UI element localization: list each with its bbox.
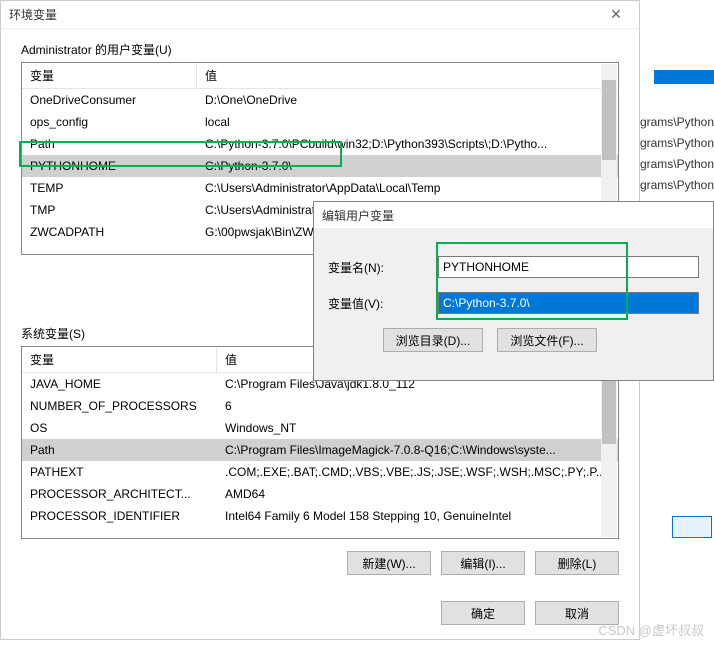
bg-partial-button[interactable]: [672, 516, 712, 538]
table-row[interactable]: TEMPC:\Users\Administrator\AppData\Local…: [22, 177, 618, 199]
edit-user-var-dialog: 编辑用户变量 变量名(N): 变量值(V): 浏览目录(D)... 浏览文件(F…: [313, 201, 714, 381]
table-row[interactable]: PathC:\Python-3.7.0\PCbuild\win32;D:\Pyt…: [22, 133, 618, 155]
new-button[interactable]: 新建(W)...: [347, 551, 431, 575]
close-icon[interactable]: ✕: [601, 6, 631, 23]
dialog-title: 环境变量: [9, 6, 601, 23]
header-variable[interactable]: 变量: [22, 63, 197, 88]
table-row[interactable]: PROCESSOR_ARCHITECT...AMD64: [22, 483, 618, 505]
table-row[interactable]: PROCESSOR_IDENTIFIERIntel64 Family 6 Mod…: [22, 505, 618, 527]
watermark: CSDN @虚坏叔叔: [598, 620, 704, 639]
scroll-thumb[interactable]: [602, 80, 616, 160]
header-value[interactable]: 值: [197, 63, 618, 88]
delete-button[interactable]: 删除(L): [535, 551, 619, 575]
var-name-label: 变量名(N):: [328, 259, 438, 276]
table-row-selected[interactable]: PYTHONHOMEC:\Python-3.7.0\: [22, 155, 618, 177]
var-value-label: 变量值(V):: [328, 295, 438, 312]
edit-button[interactable]: 编辑(I)...: [441, 551, 525, 575]
edit-dialog-title: 编辑用户变量: [322, 207, 705, 224]
var-value-input[interactable]: [438, 292, 699, 314]
browse-file-button[interactable]: 浏览文件(F)...: [497, 328, 597, 352]
table-row[interactable]: OSWindows_NT: [22, 417, 618, 439]
table-row[interactable]: OneDriveConsumerD:\One\OneDrive: [22, 89, 618, 111]
table-row[interactable]: ops_configlocal: [22, 111, 618, 133]
table-row-selected[interactable]: PathC:\Program Files\ImageMagick-7.0.8-Q…: [22, 439, 618, 461]
user-vars-label: Administrator 的用户变量(U): [21, 41, 639, 58]
table-header: 变量 值: [22, 63, 618, 89]
var-name-input[interactable]: [438, 256, 699, 278]
edit-titlebar: 编辑用户变量: [314, 202, 713, 228]
table-row[interactable]: PATHEXT.COM;.EXE;.BAT;.CMD;.VBS;.VBE;.JS…: [22, 461, 618, 483]
browse-dir-button[interactable]: 浏览目录(D)...: [383, 328, 483, 352]
header-variable[interactable]: 变量: [22, 347, 217, 372]
table-row[interactable]: NUMBER_OF_PROCESSORS6: [22, 395, 618, 417]
titlebar: 环境变量 ✕: [1, 1, 639, 29]
bg-accent-strip: [654, 70, 714, 84]
ok-button[interactable]: 确定: [441, 601, 525, 625]
